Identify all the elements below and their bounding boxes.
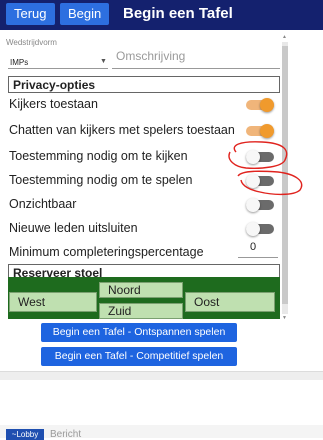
red-annotation-marks	[228, 141, 303, 196]
